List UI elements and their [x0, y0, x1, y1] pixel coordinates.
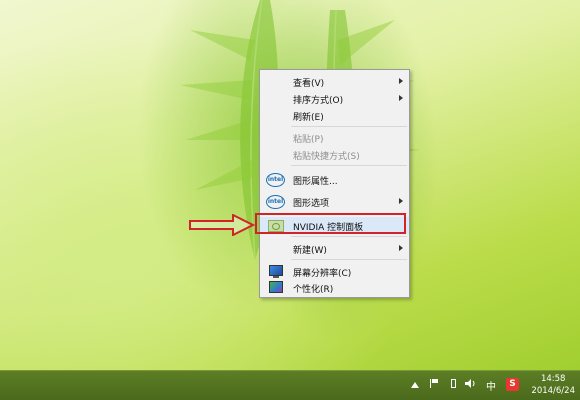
menu-item-sort-by[interactable]: 排序方式(O): [260, 90, 409, 107]
menu-item-screen-resolution[interactable]: 屏幕分辨率(C): [260, 263, 409, 280]
ime-chinese-icon[interactable]: 中: [486, 378, 496, 393]
menu-item-label: 排序方式(O): [293, 96, 344, 106]
menu-separator: [291, 165, 407, 166]
menu-item-label: 粘贴(P): [293, 135, 324, 145]
menu-item-paste-shortcut[interactable]: 粘贴快捷方式(S): [260, 146, 409, 163]
menu-item-label: 个性化(R): [293, 285, 334, 295]
action-center-flag-icon[interactable]: [430, 379, 438, 388]
taskbar-clock[interactable]: 14:58 2014/6/24: [531, 373, 575, 397]
battery-icon[interactable]: [451, 379, 456, 388]
menu-item-label: 刷新(E): [293, 113, 324, 123]
clock-time: 14:58: [540, 374, 566, 384]
menu-item-paste[interactable]: 粘贴(P): [260, 129, 409, 146]
menu-item-label: 图形属性...: [293, 177, 338, 187]
sogou-input-icon[interactable]: S: [506, 378, 519, 391]
menu-separator: [291, 236, 407, 237]
menu-item-label: 查看(V): [293, 79, 325, 89]
volume-icon[interactable]: [465, 378, 476, 391]
desktop-context-menu: 查看(V) 排序方式(O) 刷新(E) 粘贴(P) 粘贴快捷方式(S) inte…: [259, 69, 410, 298]
submenu-arrow-icon: [399, 245, 403, 251]
menu-item-new[interactable]: 新建(W): [260, 240, 409, 257]
menu-item-refresh[interactable]: 刷新(E): [260, 107, 409, 124]
menu-item-label: 屏幕分辨率(C): [293, 269, 352, 279]
show-hidden-icons-icon[interactable]: [411, 381, 419, 394]
menu-item-graphics-properties[interactable]: intel 图形属性...: [260, 171, 409, 188]
submenu-arrow-icon: [399, 78, 403, 84]
menu-item-graphics-options[interactable]: intel 图形选项: [260, 193, 409, 210]
taskbar: 中 S 14:58 2014/6/24: [0, 370, 580, 400]
red-arrow-icon: [189, 214, 255, 236]
menu-item-personalize[interactable]: 个性化(R): [260, 279, 409, 296]
menu-item-view[interactable]: 查看(V): [260, 73, 409, 90]
personalize-icon: [269, 281, 283, 293]
clock-date: 2014/6/24: [531, 386, 575, 396]
menu-item-label: 粘贴快捷方式(S): [293, 152, 360, 162]
menu-item-label: 图形选项: [293, 199, 330, 209]
submenu-arrow-icon: [399, 198, 403, 204]
intel-icon: intel: [266, 173, 285, 187]
intel-icon: intel: [266, 195, 285, 209]
menu-separator: [291, 126, 407, 127]
menu-item-label: 新建(W): [293, 246, 327, 256]
menu-separator: [291, 259, 407, 260]
monitor-icon: [269, 265, 283, 278]
submenu-arrow-icon: [399, 95, 403, 101]
highlight-box: [255, 213, 406, 234]
